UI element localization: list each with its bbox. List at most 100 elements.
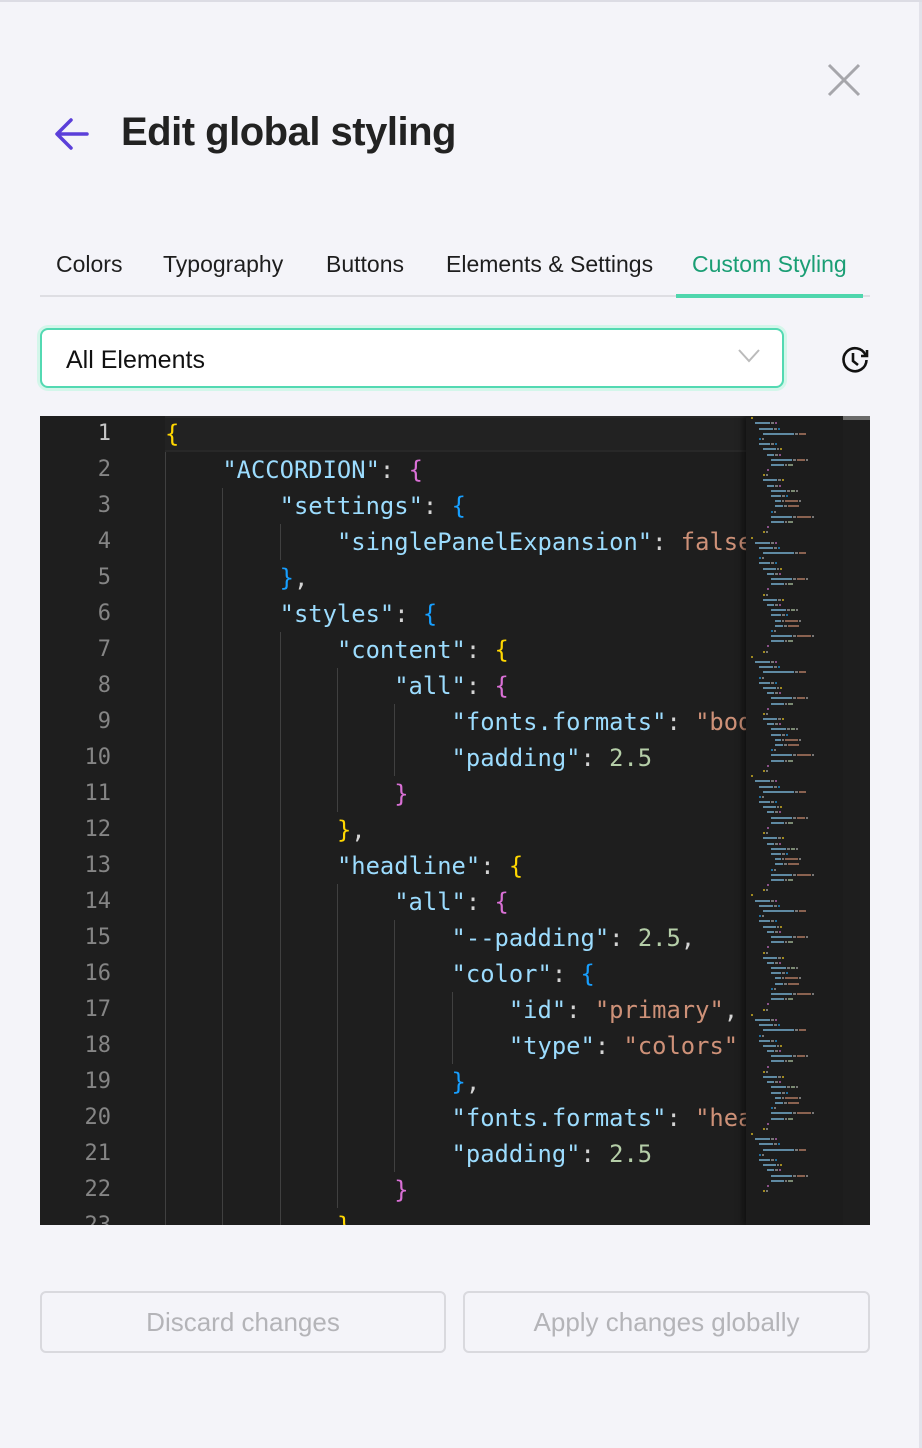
indent-guide	[279, 1028, 281, 1064]
minimap-line	[746, 733, 843, 738]
indent-guide	[222, 1028, 224, 1064]
minimap-line	[746, 821, 843, 826]
minimap-line	[746, 567, 843, 572]
indent-guide	[394, 704, 396, 740]
indent-guide	[222, 1208, 224, 1225]
indent-guide	[394, 1136, 396, 1172]
tab-typography[interactable]: Typography	[163, 248, 283, 294]
minimap-line	[746, 536, 843, 541]
code-token: "primary"	[594, 996, 724, 1024]
code-editor[interactable]: 1234567891011121314151617181920212223 { …	[40, 416, 870, 1225]
indent-guide	[222, 1064, 224, 1100]
minimap-line	[746, 873, 843, 878]
minimap-line	[746, 1174, 843, 1179]
minimap-line	[746, 1148, 843, 1153]
code-line: "fonts.formats": "headline",	[165, 1100, 746, 1136]
minimap[interactable]	[746, 416, 843, 1225]
indent-guide	[394, 956, 396, 992]
arrow-left-icon[interactable]	[54, 116, 90, 152]
indent-guide	[222, 668, 224, 704]
minimap-line	[746, 479, 843, 483]
minimap-line	[746, 764, 843, 769]
minimap-line	[746, 458, 843, 463]
indent-guide	[222, 1100, 224, 1136]
indent-guide	[394, 1100, 396, 1136]
minimap-line	[746, 1024, 843, 1028]
indent-guide	[279, 1064, 281, 1100]
editor-scrollbar[interactable]	[843, 416, 870, 1225]
line-number: 4	[97, 529, 111, 554]
code-line: "all": {	[165, 884, 746, 920]
minimap-line	[746, 941, 843, 945]
tab-buttons[interactable]: Buttons	[326, 248, 404, 294]
tab-custom-styling[interactable]: Custom Styling	[676, 248, 863, 298]
minimap-line	[746, 1091, 843, 1096]
code-token: "fonts.formats"	[451, 1104, 667, 1132]
code-token: {	[580, 960, 595, 988]
code-content[interactable]: { "ACCORDION": { "settings": { "singlePa…	[165, 416, 746, 1225]
indent-guide	[336, 704, 338, 740]
minimap-line	[746, 417, 843, 421]
indent-guide	[279, 920, 281, 956]
code-token: "padding"	[451, 1140, 581, 1168]
minimap-line	[746, 899, 843, 904]
line-number: 2	[97, 457, 111, 482]
code-line: "padding": 2.5	[165, 1136, 746, 1172]
minimap-line	[746, 847, 843, 852]
close-icon[interactable]	[826, 62, 862, 98]
minimap-line	[746, 842, 843, 847]
code-line: },	[165, 1208, 746, 1225]
indent-guide	[165, 848, 166, 884]
indent-guide	[165, 956, 166, 992]
indent-guide	[165, 488, 166, 524]
code-token: "singlePanelExpansion"	[336, 528, 653, 556]
line-number: 7	[97, 637, 111, 662]
history-icon[interactable]	[840, 345, 870, 375]
indent-guide	[336, 1064, 338, 1100]
code-token: 2.5	[609, 744, 653, 772]
minimap-line	[746, 624, 843, 629]
minimap-line	[746, 619, 843, 624]
code-token: :	[465, 636, 495, 664]
minimap-line	[746, 1133, 843, 1137]
minimap-line	[746, 484, 843, 489]
scrollbar-thumb[interactable]	[843, 416, 870, 420]
indent-guide	[222, 1172, 224, 1208]
code-token: {	[494, 672, 509, 700]
minimap-line	[746, 790, 843, 795]
line-number: 10	[84, 745, 112, 770]
minimap-line	[746, 1055, 843, 1059]
tab-colors[interactable]: Colors	[56, 248, 122, 294]
code-token: :	[480, 852, 509, 880]
code-token: :	[551, 960, 581, 988]
minimap-line	[746, 520, 843, 525]
code-line: "color": {	[165, 956, 746, 992]
element-select[interactable]: All Elements	[40, 328, 784, 388]
discard-changes-button[interactable]: Discard changes	[40, 1291, 446, 1353]
tab-bar: Colors Typography Buttons Elements & Set…	[40, 248, 870, 298]
line-number: 19	[84, 1069, 112, 1094]
indent-guide	[394, 992, 396, 1028]
minimap-line	[746, 546, 843, 551]
minimap-line	[746, 489, 843, 494]
minimap-line	[746, 593, 843, 598]
minimap-line	[746, 1127, 843, 1132]
indent-guide	[279, 956, 281, 992]
chevron-down-icon	[738, 349, 760, 363]
minimap-line	[746, 935, 843, 940]
minimap-line	[746, 448, 843, 452]
indent-guide	[279, 848, 281, 884]
code-token: :	[379, 456, 409, 484]
apply-changes-button[interactable]: Apply changes globally	[463, 1291, 870, 1353]
line-number: 11	[84, 781, 112, 806]
minimap-line	[746, 712, 843, 717]
tab-elements-settings[interactable]: Elements & Settings	[446, 248, 653, 294]
minimap-line	[746, 1065, 843, 1070]
indent-guide	[336, 776, 338, 812]
minimap-line	[746, 1050, 843, 1054]
minimap-line	[746, 1179, 843, 1184]
minimap-line	[746, 1143, 843, 1147]
minimap-line	[746, 1008, 843, 1013]
code-line: "id": "primary",	[165, 992, 746, 1028]
code-line: "all": {	[165, 668, 746, 704]
